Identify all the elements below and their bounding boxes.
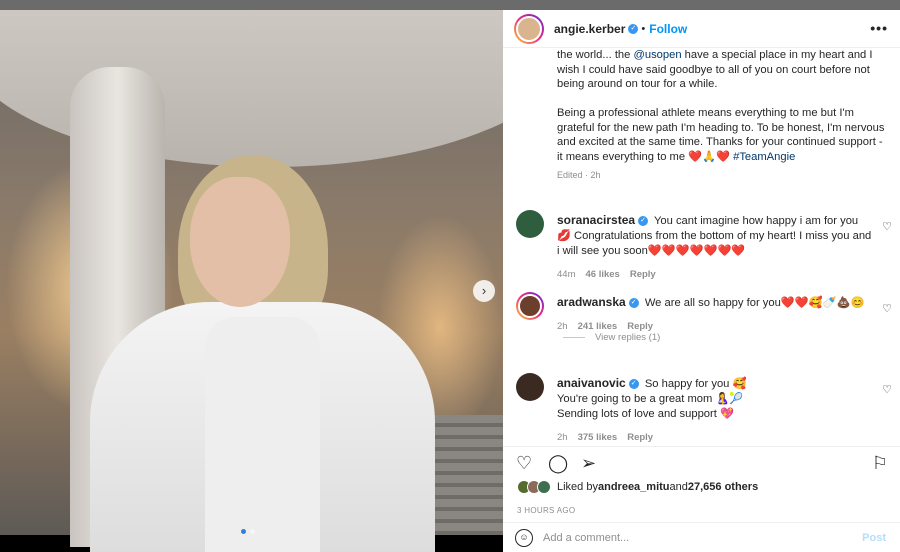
reply-button[interactable]: Reply — [630, 269, 656, 280]
post-photo — [0, 10, 503, 552]
comment-icon[interactable]: ◯ — [548, 454, 568, 472]
commenter-username[interactable]: soranacirstea — [557, 213, 635, 227]
more-options-icon[interactable]: ••• — [870, 20, 888, 36]
hashtag-link[interactable]: #TeamAngie — [733, 151, 795, 163]
verified-icon: ✓ — [638, 216, 649, 227]
heart-icon[interactable]: ♡ — [882, 220, 892, 233]
heart-icon[interactable]: ♡ — [882, 302, 892, 315]
post-comment-button[interactable]: Post — [862, 532, 886, 544]
comment-likes[interactable]: 375 likes — [578, 432, 618, 443]
post-media: › — [0, 10, 503, 552]
author-username[interactable]: angie.kerber — [554, 22, 625, 36]
commenter-avatar[interactable] — [516, 373, 544, 401]
post-timestamp: 3 HOURS AGO — [517, 506, 576, 515]
comment-text: So happy for you 🥰 — [644, 378, 747, 390]
top-strip — [0, 0, 900, 10]
follow-button[interactable]: Follow — [649, 22, 687, 36]
likes-count[interactable]: 27,656 others — [688, 481, 758, 493]
reply-button[interactable]: Reply — [627, 432, 653, 443]
carousel-indicator — [241, 529, 255, 534]
emoji-icon[interactable]: ☺ — [515, 528, 533, 547]
comment-input[interactable] — [543, 531, 843, 544]
commenter-avatar[interactable] — [516, 210, 544, 238]
comment-text: Sending lots of love and support 💖 — [557, 408, 734, 420]
post-actions: ♡ ◯ ➢ ⚐ — [503, 446, 900, 476]
commenter-username[interactable]: aradwanska — [557, 295, 626, 309]
carousel-dot-active — [241, 529, 246, 534]
reply-button[interactable]: Reply — [627, 321, 653, 332]
verified-icon: ✓ — [628, 23, 639, 34]
mention-link[interactable]: @usopen — [634, 49, 682, 61]
commenter-username[interactable]: anaivanovic — [557, 376, 626, 390]
verified-icon: ✓ — [628, 379, 639, 390]
post-side-panel: angie.kerber ✓ • Follow ••• the world...… — [503, 10, 900, 552]
heart-icon[interactable]: ♡ — [882, 383, 892, 396]
edited-time: Edited · 2h — [557, 170, 601, 180]
share-icon[interactable]: ➢ — [581, 454, 596, 472]
liked-by: Liked by andreea_mitu and 27,656 others — [517, 480, 758, 494]
liker-username[interactable]: andreea_mitu — [598, 481, 670, 493]
liker-avatar — [537, 480, 551, 494]
post-caption: the world... the @usopen have a special … — [557, 48, 887, 183]
next-slide-button[interactable]: › — [473, 280, 495, 302]
verified-icon: ✓ — [628, 298, 639, 309]
save-icon[interactable]: ⚐ — [872, 454, 888, 472]
add-comment-bar: ☺ Post — [503, 522, 900, 552]
author-avatar[interactable] — [514, 13, 544, 44]
comment-likes[interactable]: 241 likes — [578, 321, 618, 332]
commenter-avatar[interactable] — [516, 292, 544, 320]
post-header: angie.kerber ✓ • Follow ••• — [503, 10, 900, 48]
comment-likes[interactable]: 46 likes — [585, 269, 619, 280]
comment-text: We are all so happy for you❤️❤️🥰🍼💩😊 — [644, 297, 865, 309]
carousel-dot — [250, 529, 255, 534]
like-icon[interactable]: ♡ — [516, 454, 532, 472]
view-replies-button[interactable]: View replies (1) — [563, 332, 660, 343]
comment-text: You're going to be a great mom 🤱🎾 — [557, 393, 744, 405]
comments-scroll-area[interactable]: the world... the @usopen have a special … — [503, 48, 900, 446]
